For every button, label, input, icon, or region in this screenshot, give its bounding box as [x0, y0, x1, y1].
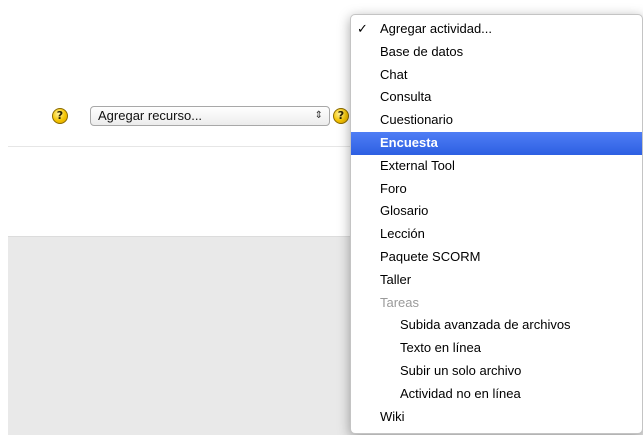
add-activity-dropdown-menu: ✓ Agregar actividad... Base de datos Cha… [350, 14, 643, 434]
menu-item-texto-en-linea[interactable]: Texto en línea [351, 337, 642, 360]
menu-item-actividad-no-en-linea[interactable]: Actividad no en línea [351, 383, 642, 406]
menu-group-label-tareas: Tareas [380, 294, 420, 310]
select-arrows-icon: ⇕ [314, 110, 323, 121]
menu-item-leccion[interactable]: Lección [351, 223, 642, 246]
menu-item-subir-un-solo-archivo[interactable]: Subir un solo archivo [351, 360, 642, 383]
checkmark-icon: ✓ [357, 21, 368, 36]
help-icon[interactable]: ? [52, 108, 68, 124]
add-resource-select-value: Agregar recurso... [98, 108, 203, 123]
menu-item-taller[interactable]: Taller [351, 269, 642, 292]
menu-item-chat[interactable]: Chat [351, 64, 642, 87]
menu-item-encuesta[interactable]: Encuesta [351, 131, 642, 155]
add-resource-select[interactable]: Agregar recurso... ⇕ [90, 106, 330, 126]
menu-item-wiki[interactable]: Wiki [351, 406, 642, 429]
menu-item-label: Agregar actividad... [380, 21, 493, 36]
menu-item-base-de-datos[interactable]: Base de datos [351, 41, 642, 64]
menu-item-foro[interactable]: Foro [351, 178, 642, 201]
menu-item-paquete-scorm[interactable]: Paquete SCORM [351, 246, 642, 269]
menu-item-cuestionario[interactable]: Cuestionario [351, 109, 642, 132]
menu-item-consulta[interactable]: Consulta [351, 86, 642, 109]
menu-item-external-tool[interactable]: External Tool [351, 155, 642, 178]
menu-item-agregar-actividad[interactable]: ✓ Agregar actividad... [351, 18, 642, 41]
help-icon[interactable]: ? [333, 108, 349, 124]
menu-item-glosario[interactable]: Glosario [351, 200, 642, 223]
menu-item-subida-avanzada[interactable]: Subida avanzada de archivos [351, 314, 642, 337]
